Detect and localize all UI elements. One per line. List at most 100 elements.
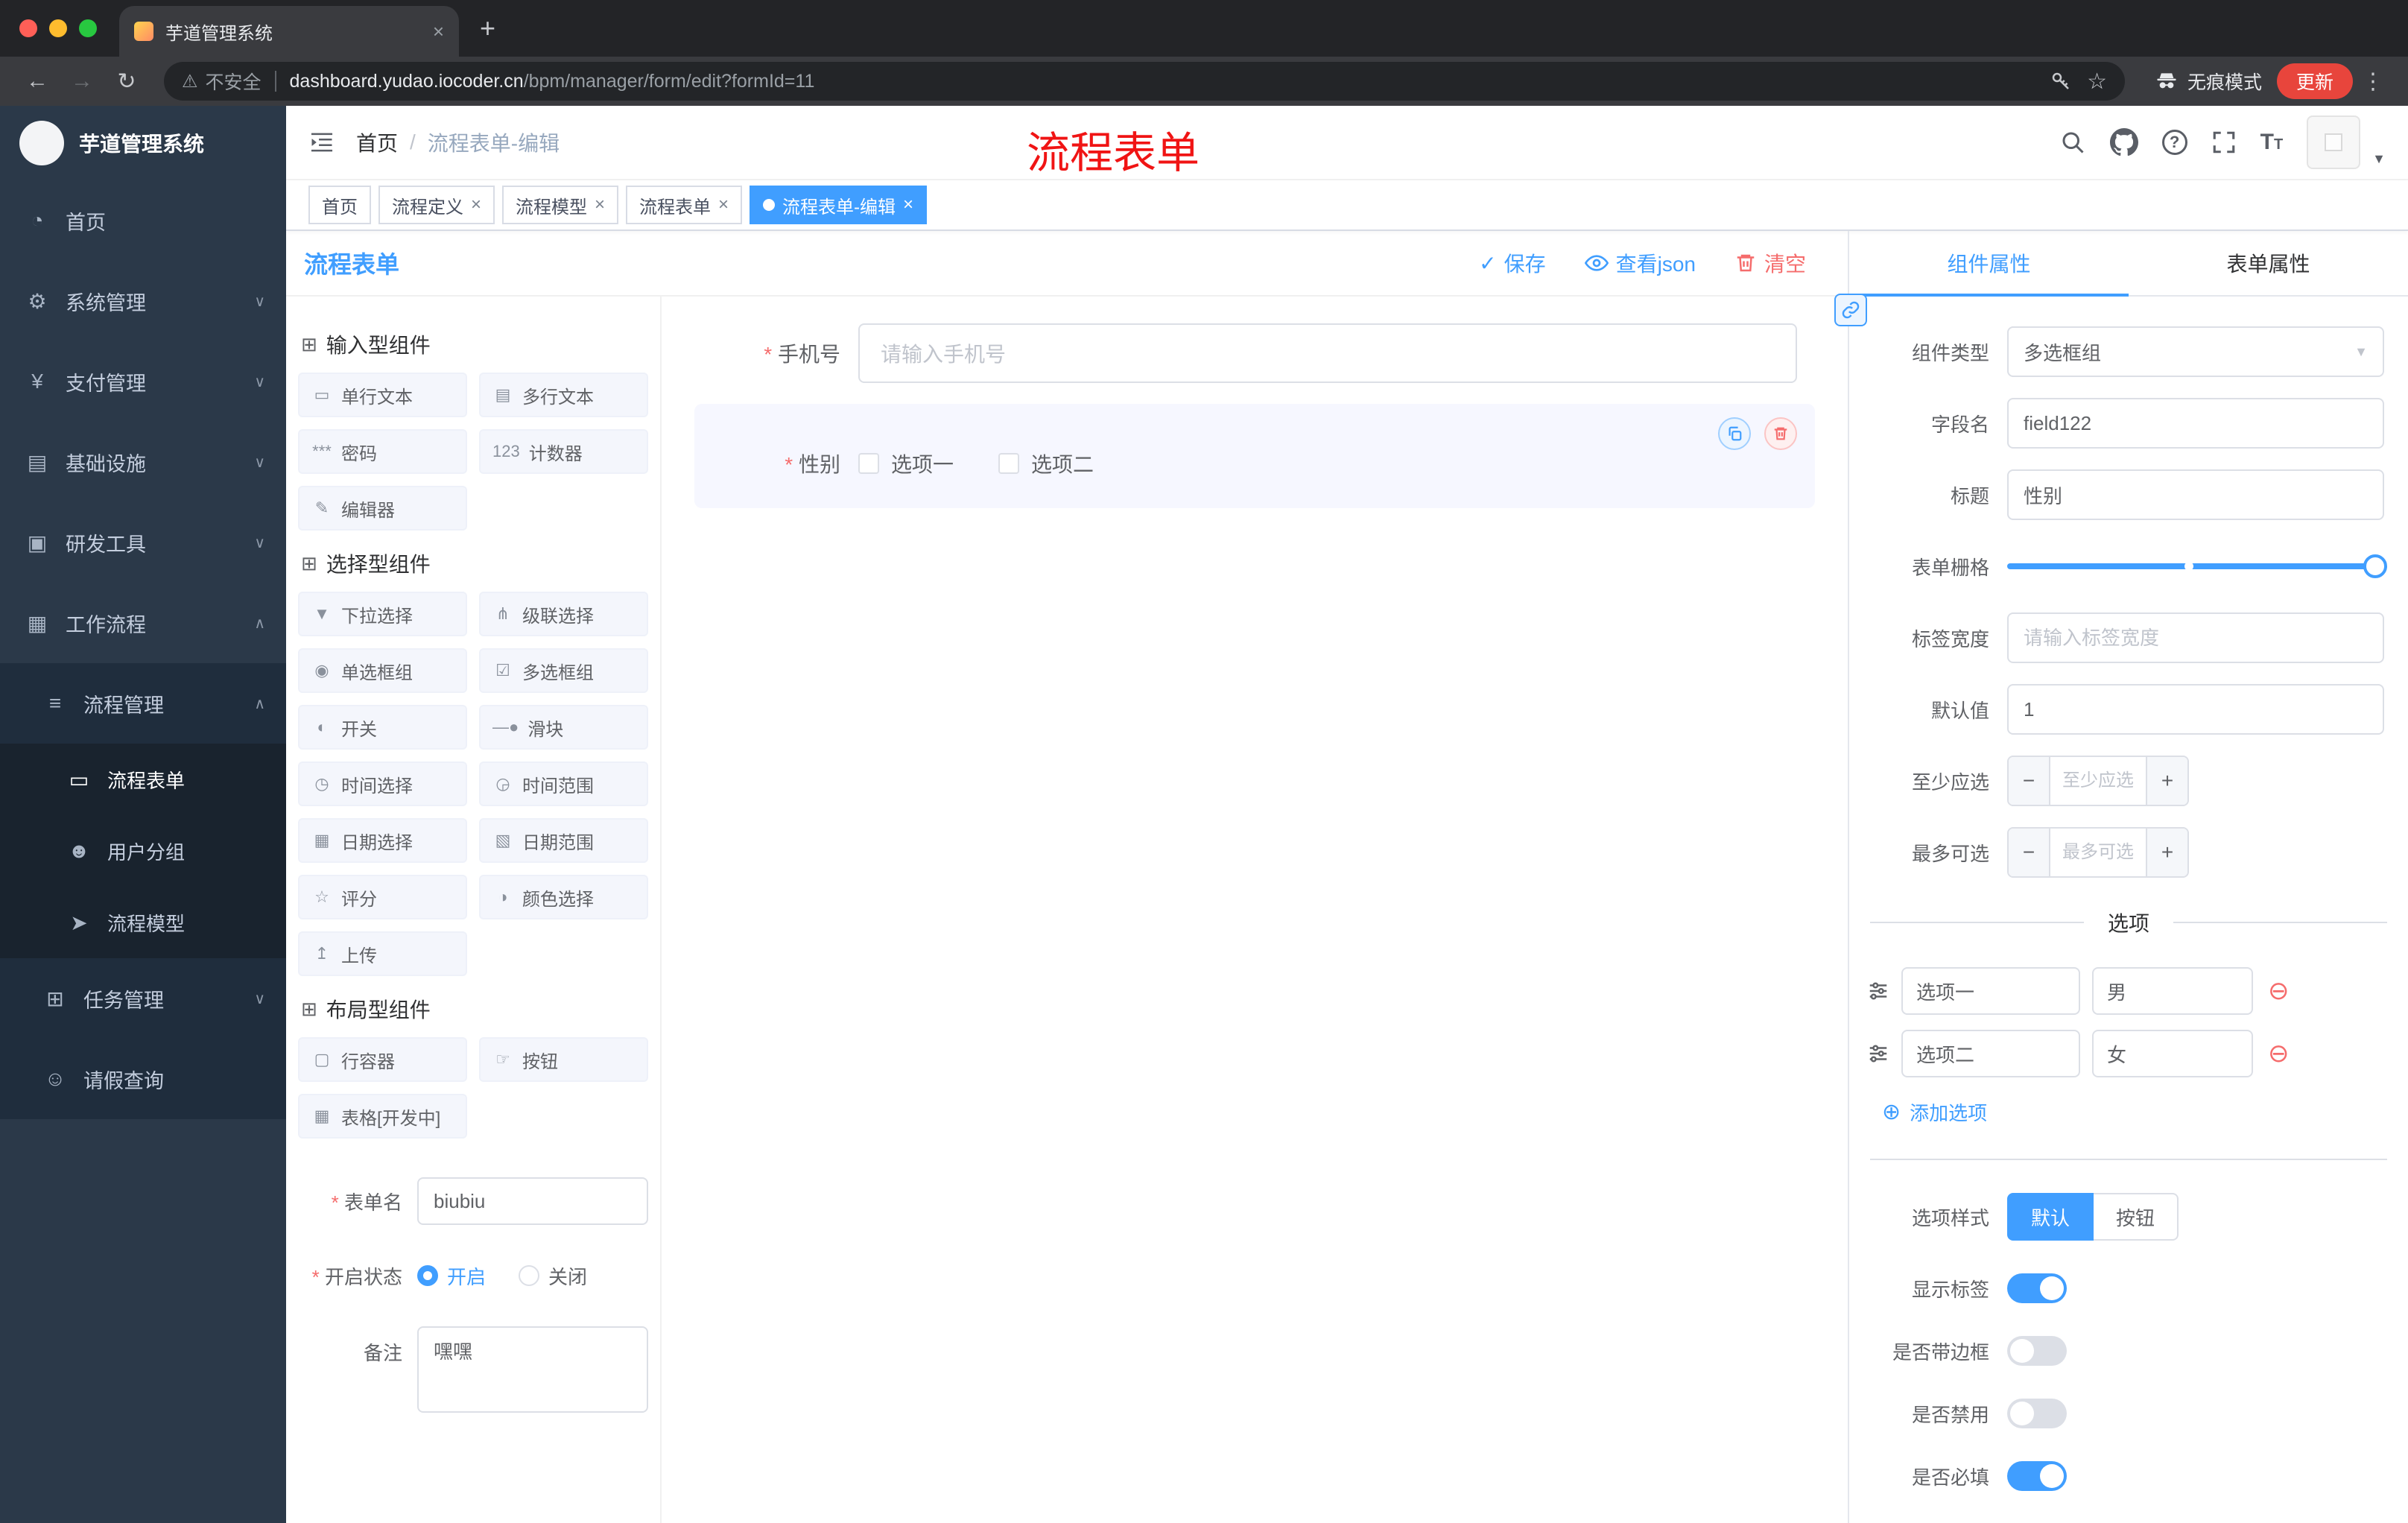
option-drag-icon[interactable] [1867,980,1889,1002]
palette-item[interactable]: ▦ 日期选择 [298,818,467,863]
update-button[interactable]: 更新 [2276,63,2353,99]
palette-item[interactable]: 123 计数器 [479,429,648,474]
browser-tab[interactable]: 芋道管理系统 × [119,6,459,57]
font-size-icon[interactable]: TT [2260,130,2284,155]
close-window-button[interactable] [19,19,37,37]
canvas-field-phone[interactable]: 手机号 请输入手机号 [694,317,1815,389]
github-icon[interactable] [2109,128,2138,156]
hamburger-button[interactable] [308,129,335,156]
required-toggle[interactable] [2007,1461,2067,1491]
logo[interactable]: 芋道管理系统 [0,106,286,180]
palette-item[interactable]: ◑ 颜色选择 [479,875,648,919]
close-icon[interactable]: × [718,194,729,215]
tag-process-form[interactable]: 流程表单 × [626,186,743,224]
sidebar-item-user-groups[interactable]: ☻ 用户分组 [0,815,286,887]
field-name-input[interactable] [2007,398,2384,449]
password-key-icon[interactable] [2050,70,2072,92]
tag-process-form-edit[interactable]: 流程表单-编辑 × [750,186,928,224]
zoom-window-button[interactable] [79,19,97,37]
palette-item[interactable]: —● 滑块 [479,705,648,750]
form-canvas[interactable]: 手机号 请输入手机号 [662,297,1848,1523]
option-drag-icon[interactable] [1867,1042,1889,1065]
forward-button[interactable]: → [64,69,100,94]
palette-item[interactable]: ▼ 下拉选择 [298,592,467,636]
palette-item[interactable]: ◐ 开关 [298,705,467,750]
option-value-input[interactable] [2092,1030,2253,1077]
option-label-input[interactable] [1901,967,2080,1015]
minus-button[interactable]: − [2009,829,2050,876]
clear-button[interactable]: 清空 [1734,248,1806,278]
component-type-select[interactable]: 多选框组 ▼ [2007,326,2384,377]
close-icon[interactable]: × [595,194,605,215]
sidebar-item-task-management[interactable]: ⊞ 任务管理 ∨ [0,958,286,1039]
canvas-field-gender[interactable]: 性别 选项一 选项二 [694,404,1815,508]
sidebar-item-payment[interactable]: ¥ 支付管理 ∨ [0,341,286,422]
palette-item[interactable]: ◉ 单选框组 [298,648,467,693]
tab-close-icon[interactable]: × [433,20,444,43]
option-label-input[interactable] [1901,1030,2080,1077]
sidebar-item-home[interactable]: ◔ 首页 [0,180,286,261]
help-icon[interactable]: ? [2161,130,2187,155]
default-value-input[interactable] [2007,684,2384,735]
security-label[interactable]: 不安全 [206,68,262,95]
save-button[interactable]: ✓ 保存 [1479,248,1545,278]
avatar[interactable] [2307,115,2361,169]
back-button[interactable]: ← [19,69,55,94]
minimize-window-button[interactable] [49,19,67,37]
link-icon[interactable] [1834,294,1867,326]
close-icon[interactable]: × [471,194,481,215]
style-default-button[interactable]: 默认 [2007,1193,2094,1241]
fullscreen-icon[interactable] [2211,130,2237,155]
search-icon[interactable] [2059,129,2086,156]
max-select-input[interactable] [2050,829,2146,876]
copy-field-button[interactable] [1718,417,1751,450]
radio-open[interactable]: 开启 [417,1262,486,1290]
form-grid-slider[interactable] [2007,541,2387,592]
option-value-input[interactable] [2092,967,2253,1015]
sidebar-item-process-management[interactable]: ≡ 流程管理 ∧ [0,663,286,744]
tab-component-props[interactable]: 组件属性 [1849,231,2129,297]
palette-item[interactable]: ▢ 行容器 [298,1037,467,1082]
option-remove-button[interactable]: ⊖ [2268,978,2290,1004]
view-json-button[interactable]: 查看json [1584,248,1696,278]
disabled-toggle[interactable] [2007,1399,2067,1428]
slider-handle[interactable] [2363,554,2387,578]
browser-menu-icon[interactable]: ⋮ [2362,69,2384,95]
tag-process-model[interactable]: 流程模型 × [502,186,619,224]
palette-item[interactable]: ⋔ 级联选择 [479,592,648,636]
address-bar[interactable]: ⚠ 不安全 dashboard.yudao.iocoder.cn /bpm/ma… [164,62,2125,101]
reload-button[interactable]: ↻ [109,69,145,95]
tag-process-definition[interactable]: 流程定义 × [378,186,495,224]
tag-home[interactable]: 首页 [308,186,371,224]
bookmark-star-icon[interactable]: ☆ [2087,69,2107,95]
option-remove-button[interactable]: ⊖ [2268,1041,2290,1066]
close-icon[interactable]: × [903,194,913,215]
palette-item[interactable]: ▤ 多行文本 [479,373,648,417]
plus-button[interactable]: + [2146,829,2187,876]
sidebar-item-process-model[interactable]: ➤ 流程模型 [0,887,286,958]
minus-button[interactable]: − [2009,757,2050,805]
remark-textarea[interactable]: 嘿嘿 [417,1326,648,1413]
palette-item[interactable]: ✎ 编辑器 [298,486,467,531]
sidebar-item-system[interactable]: ⚙ 系统管理 ∨ [0,261,286,341]
add-option-button[interactable]: ⊕ 添加选项 [1882,1098,1987,1126]
palette-item[interactable]: *** 密码 [298,429,467,474]
palette-item[interactable]: ◶ 时间范围 [479,762,648,806]
sidebar-item-infrastructure[interactable]: ▤ 基础设施 ∨ [0,422,286,502]
palette-item[interactable]: ◷ 时间选择 [298,762,467,806]
new-tab-button[interactable]: + [480,12,495,45]
delete-field-button[interactable] [1764,417,1797,450]
palette-item[interactable]: ▦ 表格[开发中] [298,1094,467,1139]
checkbox-option-2[interactable]: 选项二 [998,449,1094,478]
sidebar-item-leave-query[interactable]: ☺ 请假查询 [0,1039,286,1119]
sidebar-item-process-form[interactable]: ▭ 流程表单 [0,744,286,815]
palette-item[interactable]: ▭ 单行文本 [298,373,467,417]
sidebar-item-devtools[interactable]: ▣ 研发工具 ∨ [0,502,286,583]
palette-item[interactable]: ☑ 多选框组 [479,648,648,693]
form-name-input[interactable] [417,1177,648,1225]
breadcrumb-home[interactable]: 首页 [356,127,398,157]
show-label-toggle[interactable] [2007,1273,2067,1303]
palette-item[interactable]: ☞ 按钮 [479,1037,648,1082]
phone-input[interactable]: 请输入手机号 [858,323,1797,383]
tab-form-props[interactable]: 表单属性 [2129,231,2408,295]
